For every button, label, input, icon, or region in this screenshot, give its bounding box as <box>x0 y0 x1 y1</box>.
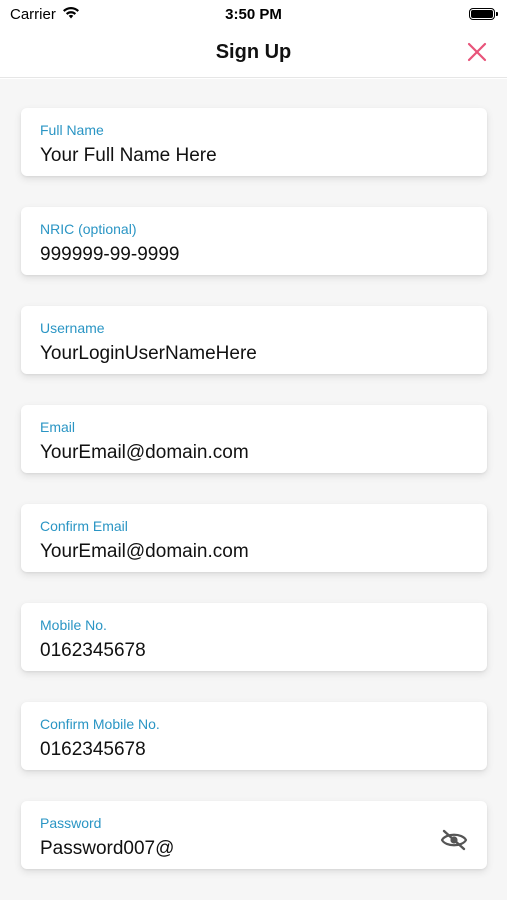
mobile-field-card: Mobile No. <box>21 603 487 671</box>
email-input[interactable] <box>40 441 440 465</box>
full-name-field-card: Full Name <box>21 108 487 176</box>
page-title: Sign Up <box>215 41 292 63</box>
status-bar: Carrier 3:50 PM <box>0 0 507 28</box>
carrier-label: Carrier <box>10 5 56 23</box>
full-name-label: Full Name <box>40 122 104 138</box>
navigation-bar: Sign Up <box>0 28 507 78</box>
wifi-icon <box>62 6 80 23</box>
mobile-label: Mobile No. <box>40 617 107 633</box>
confirm-mobile-field-card: Confirm Mobile No. <box>21 702 487 770</box>
confirm-email-label: Confirm Email <box>40 518 128 534</box>
battery-icon <box>469 8 498 20</box>
password-field-card: Password <box>21 801 487 869</box>
username-label: Username <box>40 320 105 336</box>
eye-off-icon <box>440 829 468 851</box>
email-label: Email <box>40 419 76 435</box>
password-label: Password <box>40 815 102 831</box>
password-visibility-toggle[interactable] <box>439 827 469 853</box>
mobile-input[interactable] <box>40 639 440 663</box>
confirm-email-field-card: Confirm Email <box>21 504 487 572</box>
nric-input[interactable] <box>40 243 440 267</box>
nric-field-card: NRIC (optional) <box>21 207 487 275</box>
username-input[interactable] <box>40 342 440 366</box>
confirm-email-input[interactable] <box>40 540 440 564</box>
username-field-card: Username <box>21 306 487 374</box>
nric-label: NRIC (optional) <box>40 221 137 237</box>
close-button[interactable] <box>463 38 491 66</box>
email-field-card: Email <box>21 405 487 473</box>
signup-form: Full Name NRIC (optional) Username Email… <box>0 79 507 900</box>
status-left: Carrier <box>10 6 80 23</box>
full-name-input[interactable] <box>40 144 440 168</box>
confirm-mobile-label: Confirm Mobile No. <box>40 716 160 732</box>
password-input[interactable] <box>40 837 440 861</box>
close-icon <box>467 42 487 62</box>
confirm-mobile-input[interactable] <box>40 738 440 762</box>
